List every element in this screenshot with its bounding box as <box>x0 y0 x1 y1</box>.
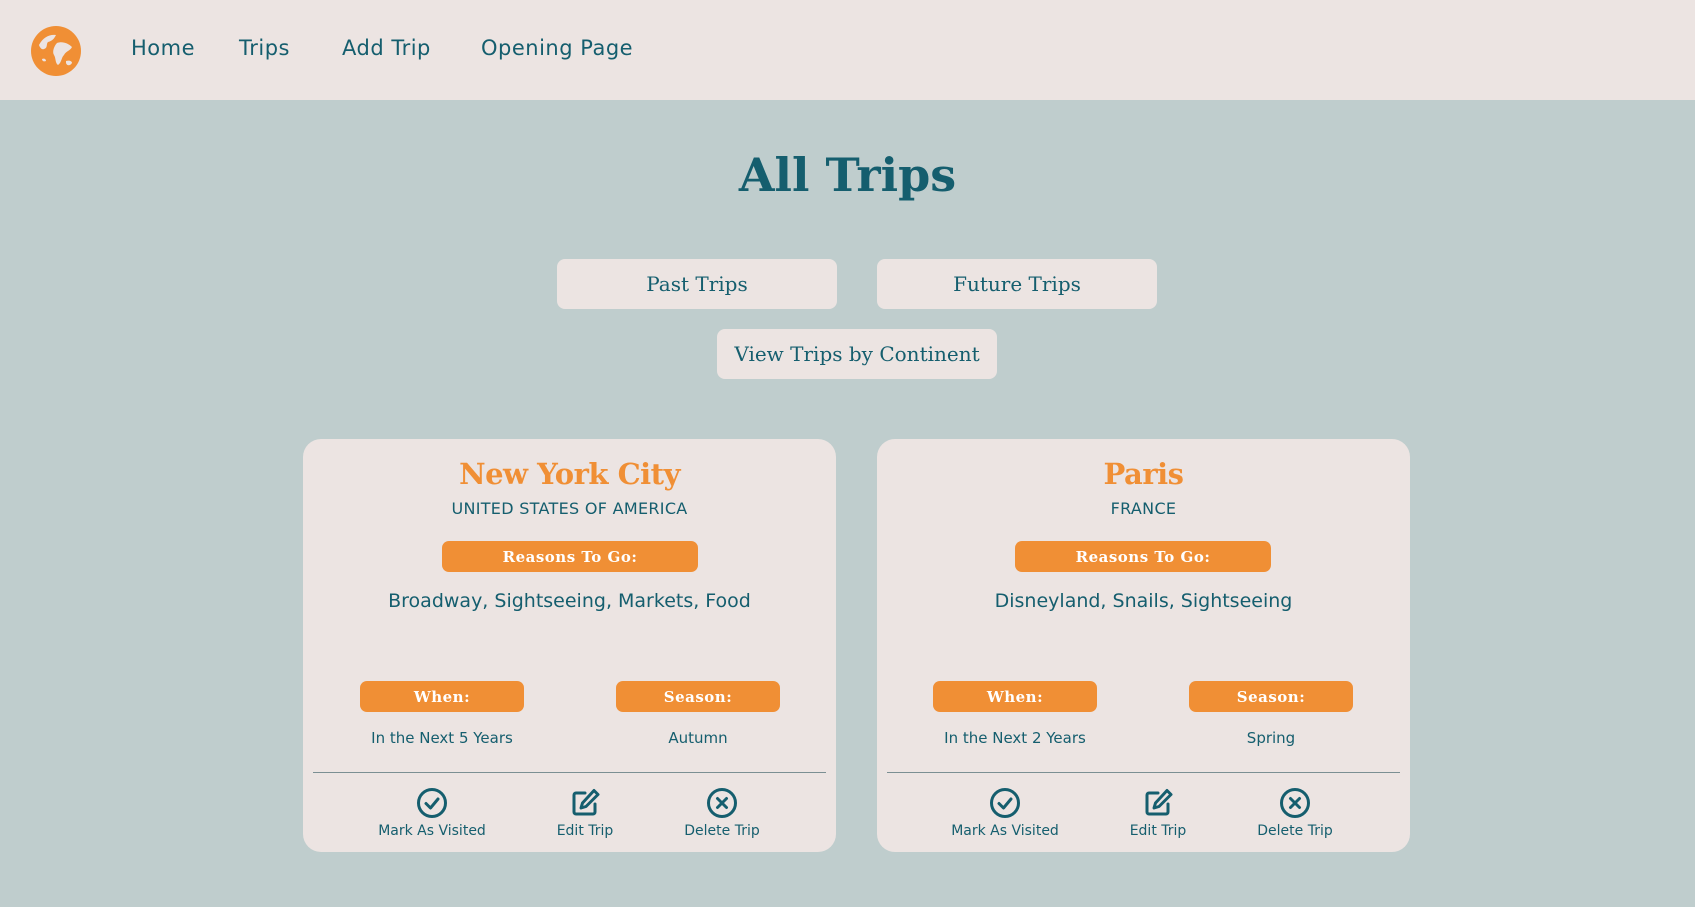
delete-trip-button[interactable]: Delete Trip <box>1230 787 1360 839</box>
globe-icon[interactable] <box>30 25 82 77</box>
mark-visited-label: Mark As Visited <box>951 823 1059 839</box>
nav-trips[interactable]: Trips <box>239 36 290 60</box>
edit-icon <box>1145 789 1173 816</box>
trip-when: In the Next 2 Years <box>944 729 1086 747</box>
future-trips-button[interactable]: Future Trips <box>877 259 1157 309</box>
season-badge: Season: <box>616 681 780 712</box>
trip-season: Autumn <box>668 729 728 747</box>
nav-add-trip[interactable]: Add Trip <box>342 36 431 60</box>
trip-reasons: Broadway, Sightseeing, Markets, Food <box>388 590 751 612</box>
reasons-badge: Reasons To Go: <box>1015 541 1271 572</box>
trip-country: UNITED STATES OF AMERICA <box>451 499 688 518</box>
trip-city: New York City <box>459 457 680 491</box>
mark-visited-button[interactable]: Mark As Visited <box>367 787 497 839</box>
trip-card: Paris FRANCE Reasons To Go: Disneyland, … <box>877 439 1410 852</box>
divider <box>313 772 826 773</box>
x-circle-icon <box>1280 788 1310 818</box>
trip-country: FRANCE <box>1110 499 1177 518</box>
past-trips-button[interactable]: Past Trips <box>557 259 837 309</box>
check-circle-icon <box>417 788 447 818</box>
page-title: All Trips <box>738 148 957 202</box>
when-badge: When: <box>933 681 1097 712</box>
delete-trip-label: Delete Trip <box>684 823 760 839</box>
view-by-continent-button[interactable]: View Trips by Continent <box>717 329 997 379</box>
mark-visited-button[interactable]: Mark As Visited <box>940 787 1070 839</box>
trip-reasons: Disneyland, Snails, Sightseeing <box>994 590 1293 612</box>
trip-city: Paris <box>1103 457 1184 491</box>
nav-opening-page[interactable]: Opening Page <box>481 36 633 60</box>
delete-trip-button[interactable]: Delete Trip <box>657 787 787 839</box>
delete-trip-label: Delete Trip <box>1257 823 1333 839</box>
season-badge: Season: <box>1189 681 1353 712</box>
edit-icon <box>572 789 600 816</box>
when-badge: When: <box>360 681 524 712</box>
trip-when: In the Next 5 Years <box>371 729 513 747</box>
edit-trip-label: Edit Trip <box>1129 823 1187 839</box>
edit-trip-label: Edit Trip <box>556 823 614 839</box>
divider <box>887 772 1400 773</box>
x-circle-icon <box>707 788 737 818</box>
trip-card: New York City UNITED STATES OF AMERICA R… <box>303 439 836 852</box>
mark-visited-label: Mark As Visited <box>378 823 486 839</box>
check-circle-icon <box>990 788 1020 818</box>
edit-trip-button[interactable]: Edit Trip <box>1093 787 1223 839</box>
reasons-badge: Reasons To Go: <box>442 541 698 572</box>
nav-home[interactable]: Home <box>131 36 195 60</box>
trip-season: Spring <box>1246 729 1296 747</box>
edit-trip-button[interactable]: Edit Trip <box>520 787 650 839</box>
navbar: Home Trips Add Trip Opening Page <box>0 0 1695 100</box>
